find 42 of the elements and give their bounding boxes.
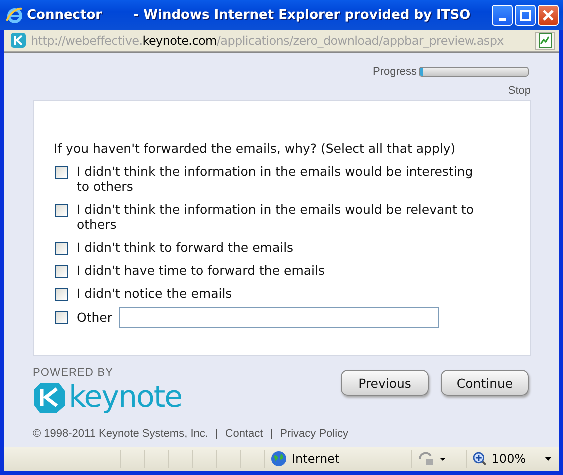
site-icon: [10, 32, 27, 49]
option-label: I didn't think the information in the emails would be interesting to others: [77, 164, 474, 194]
option-label: I didn't think the information in the emails would be relevant to others: [77, 202, 475, 232]
separator: |: [270, 428, 274, 440]
checkbox[interactable]: [55, 166, 68, 179]
minimize-icon: [499, 18, 506, 20]
checkbox[interactable]: [55, 311, 68, 324]
browser-logo-icon: [6, 6, 23, 24]
maximize-button[interactable]: [515, 4, 536, 26]
copyright-text: © 1998-2011 Keynote Systems, Inc.: [33, 428, 208, 440]
progress-label: Progress: [372, 66, 417, 78]
zoom-icon[interactable]: [473, 452, 487, 466]
checkbox[interactable]: [55, 288, 68, 301]
option-label: I didn't think to forward the emails: [77, 240, 295, 255]
privacy-link[interactable]: Privacy Policy: [280, 428, 349, 440]
logo-icon: [33, 381, 66, 414]
powered-by-label: POWERED BY: [33, 367, 115, 379]
minimize-button[interactable]: [492, 4, 513, 26]
option-label: I didn't notice the emails: [77, 286, 234, 301]
separator: |: [215, 428, 218, 440]
page-icon[interactable]: [535, 32, 555, 50]
stop-link[interactable]: Stop: [508, 85, 531, 97]
window-title: Connector - Windows Internet Explorer provided by ITSO: [27, 8, 472, 22]
question-text: If you haven't forwarded the emails, why? (Select all that apply): [54, 141, 457, 156]
zoom-level[interactable]: 100%: [492, 452, 526, 466]
option-label: Other: [77, 310, 112, 325]
continue-button[interactable]: Continue: [441, 370, 529, 396]
protected-mode-icon[interactable]: [418, 451, 448, 467]
caret-icon[interactable]: [545, 456, 553, 462]
checkbox[interactable]: [55, 242, 68, 255]
close-button[interactable]: [538, 4, 559, 26]
previous-button[interactable]: Previous: [341, 370, 429, 396]
contact-link[interactable]: Contact: [225, 428, 264, 440]
other-input-field[interactable]: [118, 307, 438, 328]
option-label: I didn't have time to forward the emails: [77, 263, 326, 278]
close-icon: [543, 10, 554, 20]
security-zone: Internet: [292, 452, 340, 466]
logo-text: keynote: [69, 382, 182, 412]
checkbox[interactable]: [55, 204, 68, 217]
checkbox[interactable]: [55, 265, 68, 278]
maximize-icon: [520, 10, 531, 20]
globe-icon: [271, 451, 287, 467]
